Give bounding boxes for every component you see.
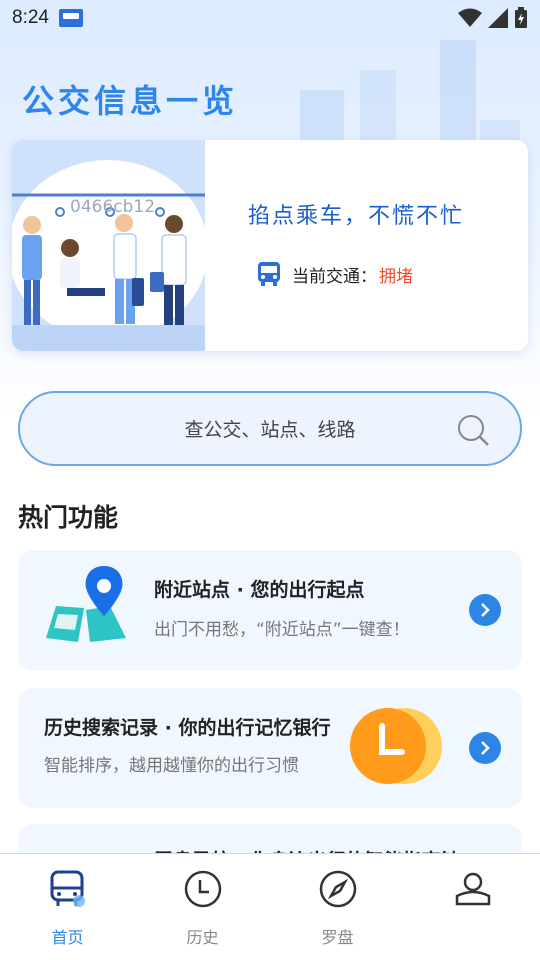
tab-history[interactable]: 历史 xyxy=(135,854,270,960)
search-placeholder: 查公交、站点、线路 xyxy=(184,419,356,441)
battery-icon xyxy=(515,7,527,28)
clock-icon xyxy=(350,708,442,784)
tab-label: 历史 xyxy=(186,928,219,947)
page-title: 公交信息一览 xyxy=(22,82,239,120)
feature-title: 历史搜索记录 · 你的出行记忆银行 xyxy=(44,717,331,739)
banner-overlay-code: 0466cb12 xyxy=(70,197,155,217)
feature-title: 附近站点 · 您的出行起点 xyxy=(154,579,365,601)
city-skyline-illustration xyxy=(300,40,520,150)
wifi-icon xyxy=(458,8,482,27)
compass-icon xyxy=(319,870,356,908)
traffic-status-value: 拥堵 xyxy=(379,266,413,287)
tab-home[interactable]: 首页 xyxy=(0,854,135,960)
signal-icon xyxy=(488,8,508,28)
traffic-label: 当前交通： xyxy=(292,266,377,287)
user-icon xyxy=(455,872,490,906)
status-time: 8:24 xyxy=(12,7,49,28)
feature-desc: 智能排序，越用越懂你的出行习惯 xyxy=(44,756,299,776)
chevron-right-icon[interactable] xyxy=(469,594,501,626)
banner-slogan: 掐点乘车，不慌不忙 xyxy=(248,204,465,229)
bus-icon xyxy=(50,870,85,907)
commuters-illustration: 0466cb12 xyxy=(12,140,205,351)
status-icons xyxy=(458,7,528,29)
status-bar: 8:24 xyxy=(0,0,540,36)
clock-icon xyxy=(184,870,221,908)
bus-icon xyxy=(258,262,280,286)
notification-icon xyxy=(58,9,83,27)
tab-profile[interactable] xyxy=(405,854,540,960)
feature-card-nearby-stops[interactable]: 附近站点 · 您的出行起点 出门不用愁，“附近站点”一键查！ xyxy=(18,550,522,670)
map-pin-icon xyxy=(46,566,126,642)
tab-label: 首页 xyxy=(51,928,84,947)
search-icon[interactable] xyxy=(456,413,490,447)
chevron-right-icon[interactable] xyxy=(469,732,501,764)
search-bar[interactable]: 查公交、站点、线路 xyxy=(18,391,522,466)
feature-desc: 出门不用愁，“附近站点”一键查！ xyxy=(154,620,410,640)
section-title: 热门功能 xyxy=(18,503,119,532)
traffic-banner[interactable]: 0466cb12 掐点乘车，不慌不忙 当前交通： 拥堵 xyxy=(12,140,528,351)
tab-compass[interactable]: 罗盘 xyxy=(270,854,405,960)
traffic-status-row: 当前交通： 拥堵 xyxy=(256,261,413,287)
bottom-tab-bar: 首页 历史 罗盘 xyxy=(0,853,540,960)
tab-label: 罗盘 xyxy=(321,928,354,947)
feature-card-history[interactable]: 历史搜索记录 · 你的出行记忆银行 智能排序，越用越懂你的出行习惯 xyxy=(18,688,522,808)
